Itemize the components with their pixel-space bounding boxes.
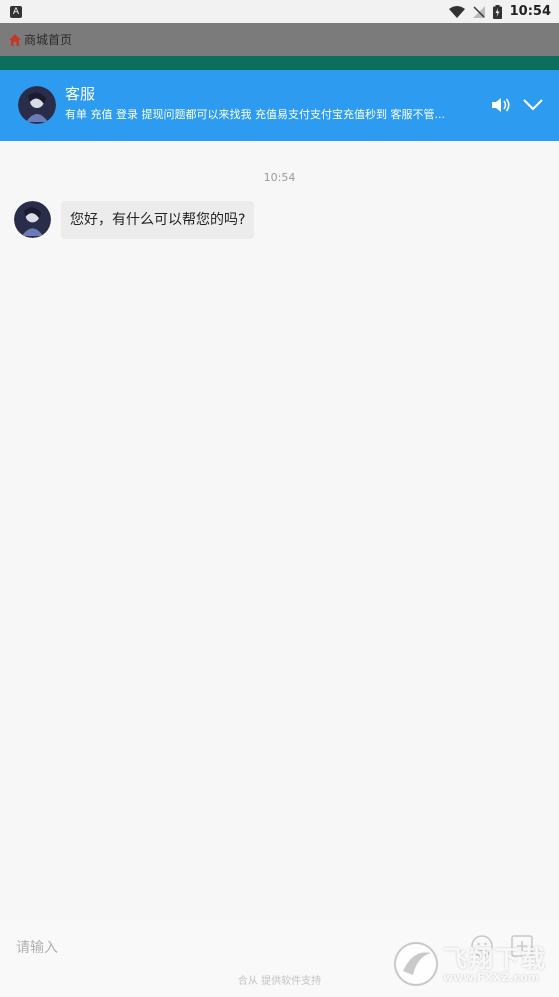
app-notification-icon: A [10, 5, 22, 18]
agent-message-avatar [14, 201, 51, 238]
message-bubble: 您好，有什么可以帮您的吗? [61, 201, 255, 239]
chevron-down-icon [523, 99, 543, 111]
message-row: 您好，有什么可以帮您的吗? [14, 201, 255, 239]
input-bar: 合从 提供软件支持 [0, 920, 559, 997]
more-icon [511, 935, 533, 957]
chat-message-list[interactable]: 10:54 您好，有什么可以帮您的吗? [0, 141, 559, 920]
home-icon [9, 33, 21, 46]
notice-text: 有单 充值 登录 提现问题都可以来找我 充值易支付支付宝充值秒到 客服不管... [65, 108, 445, 121]
powered-by-note: 合从 提供软件支持 [237, 976, 322, 987]
message-input[interactable] [14, 932, 368, 964]
chat-title: 客服 [65, 85, 96, 103]
more-options-button[interactable] [510, 934, 534, 958]
shop-home-link[interactable]: 商城首页 [24, 31, 72, 48]
emoji-button[interactable] [470, 934, 494, 958]
collapse-header-button[interactable] [521, 97, 545, 113]
speaker-icon [492, 98, 510, 112]
green-divider [0, 56, 559, 70]
status-bar: A 10:54 [0, 0, 559, 23]
agent-avatar [18, 86, 56, 124]
chat-header: 客服 有单 充值 登录 提现问题都可以来找我 充值易支付支付宝充值秒到 客服不管… [0, 70, 559, 141]
signal-icon [472, 5, 485, 18]
battery-icon [492, 4, 502, 19]
sound-toggle-button[interactable] [489, 95, 513, 115]
status-time: 10:54 [509, 4, 551, 19]
shop-home-strip[interactable]: 商城首页 [0, 23, 559, 56]
emoji-icon [471, 935, 493, 957]
wifi-icon [448, 5, 465, 18]
message-timestamp: 10:54 [263, 171, 296, 184]
